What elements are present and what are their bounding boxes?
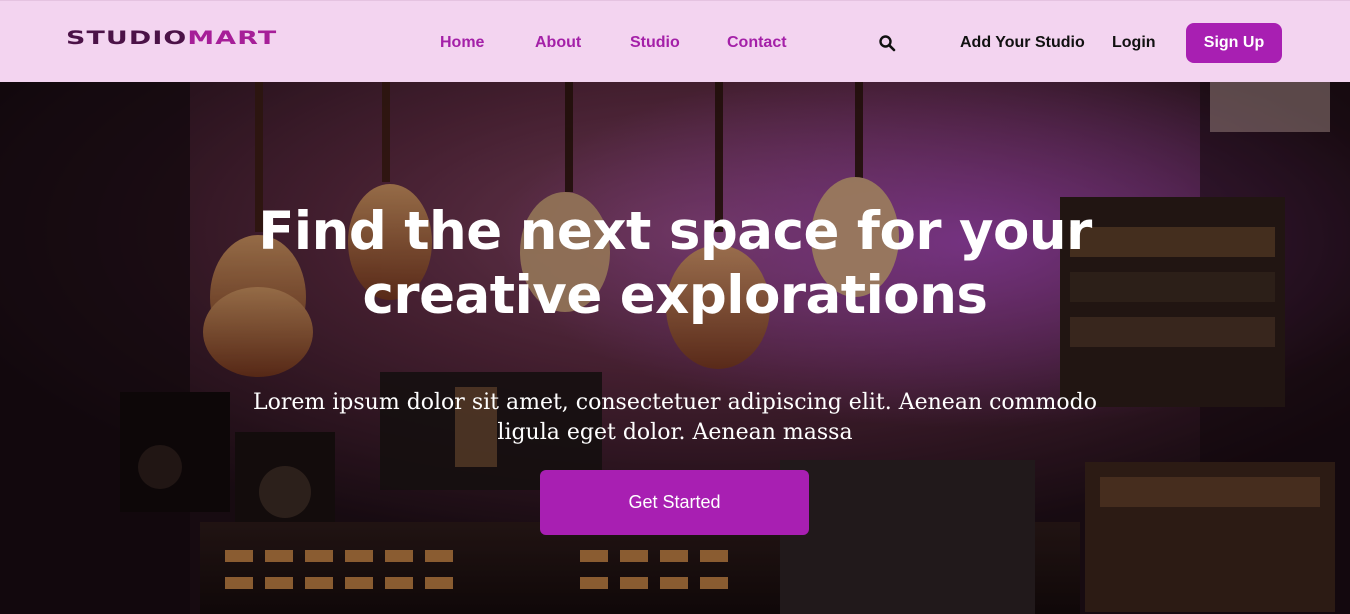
logo-text-mart: MART (187, 27, 278, 49)
add-your-studio-link[interactable]: Add Your Studio (960, 34, 1085, 52)
logo-text-studio: STUDIO (66, 27, 188, 49)
hero-title: Find the next space for your creative ex… (258, 201, 1092, 326)
nav-link-contact[interactable]: Contact (727, 34, 787, 52)
studiomart-logo[interactable]: STUDIOMART (66, 27, 277, 49)
search-icon[interactable] (878, 34, 896, 52)
nav-link-home[interactable]: Home (440, 34, 484, 52)
top-navbar: STUDIOMART Home About Studio Contact Add… (0, 0, 1350, 82)
get-started-button[interactable]: Get Started (540, 470, 809, 535)
hero-section: Find the next space for your creative ex… (0, 82, 1350, 614)
login-link[interactable]: Login (1112, 34, 1156, 52)
sign-up-button[interactable]: Sign Up (1186, 23, 1282, 63)
nav-link-about[interactable]: About (535, 34, 581, 52)
hero-subtitle: Lorem ipsum dolor sit amet, consectetuer… (253, 390, 1097, 445)
nav-link-studio[interactable]: Studio (630, 34, 680, 52)
